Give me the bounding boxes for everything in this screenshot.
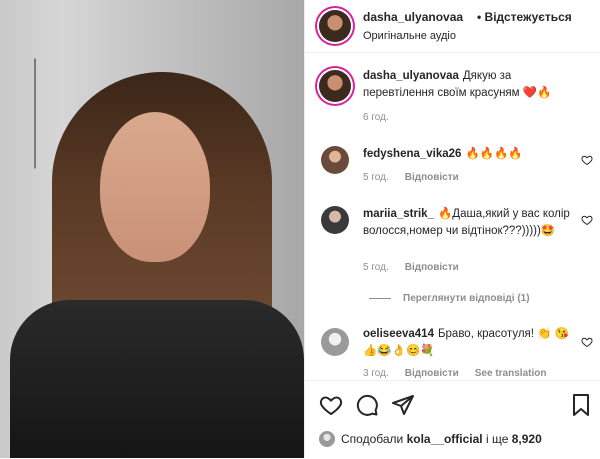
comments-list[interactable]: dasha_ulyanovaa Дякую за перевтілення сво…: [305, 56, 600, 378]
comment-time: 5 год.: [363, 172, 389, 183]
comment-text: oeliseeva414 Браво, красотуля! 👏 😘👍😂👌😊💐: [363, 328, 569, 357]
reply-button[interactable]: Відповісти: [405, 172, 459, 183]
audio-label[interactable]: Оригінальне аудіо: [363, 30, 456, 42]
caption-text: dasha_ulyanovaa Дякую за перевтілення сво…: [363, 68, 579, 102]
background-shelf: [0, 58, 36, 180]
comment-text: fedyshena_vika26 🔥🔥🔥🔥: [363, 148, 523, 160]
likes-connector: і ще: [485, 432, 509, 446]
comment-bubble-icon[interactable]: [355, 393, 379, 417]
following-status[interactable]: • Відстежується: [477, 10, 572, 24]
like-comment-icon[interactable]: [581, 154, 593, 166]
comment-text: mariia_strik_ 🔥Даша,який у вас колір воло…: [363, 208, 570, 237]
paper-plane-icon[interactable]: [391, 393, 415, 417]
author-avatar[interactable]: [319, 10, 351, 42]
caption-username[interactable]: dasha_ulyanovaa: [363, 70, 459, 82]
likes-prefix: Сподобали: [341, 432, 404, 446]
caption-avatar[interactable]: [319, 70, 351, 102]
comment-time: 5 год.: [363, 262, 389, 273]
view-replies-line: [369, 298, 391, 299]
comment-username[interactable]: fedyshena_vika26: [363, 148, 461, 160]
likes-summary: Сподобали kola__official і ще 8,920: [319, 431, 542, 447]
post-header: dasha_ulyanovaa • Відстежується Оригінал…: [305, 0, 600, 53]
video-subject-face: [100, 112, 210, 262]
video-subject-robe: [10, 300, 304, 458]
comment-avatar[interactable]: [321, 146, 349, 174]
comment-avatar[interactable]: [321, 328, 349, 356]
reply-button[interactable]: Відповісти: [405, 262, 459, 273]
post-panel: dasha_ulyanovaa • Відстежується Оригінал…: [304, 0, 600, 459]
like-comment-icon[interactable]: [581, 336, 593, 348]
caption-time: 6 год.: [363, 112, 389, 123]
like-comment-icon[interactable]: [581, 214, 593, 226]
comment-meta: 5 год. Відповісти: [363, 262, 459, 273]
comment-meta: 5 год. Відповісти: [363, 172, 459, 183]
post-actions: Сподобали kola__official і ще 8,920: [305, 380, 600, 459]
comment-username[interactable]: mariia_strik_: [363, 208, 434, 220]
comment-avatar[interactable]: [321, 206, 349, 234]
liker-avatar[interactable]: [319, 431, 335, 447]
view-replies-button[interactable]: Переглянути відповіді (1): [369, 293, 530, 304]
video-player[interactable]: [0, 0, 304, 458]
reply-button[interactable]: Відповісти: [405, 368, 459, 378]
author-username[interactable]: dasha_ulyanovaa: [363, 10, 463, 24]
heart-outline-icon[interactable]: [319, 393, 343, 417]
comment-time: 3 год.: [363, 368, 389, 378]
comment-meta: 3 год. Відповісти See translation: [363, 368, 546, 378]
likes-count[interactable]: 8,920: [512, 432, 542, 446]
comment-username[interactable]: oeliseeva414: [363, 328, 434, 340]
see-translation-button[interactable]: See translation: [475, 368, 547, 378]
bookmark-icon[interactable]: [569, 393, 593, 417]
liker-username[interactable]: kola__official: [407, 432, 483, 446]
